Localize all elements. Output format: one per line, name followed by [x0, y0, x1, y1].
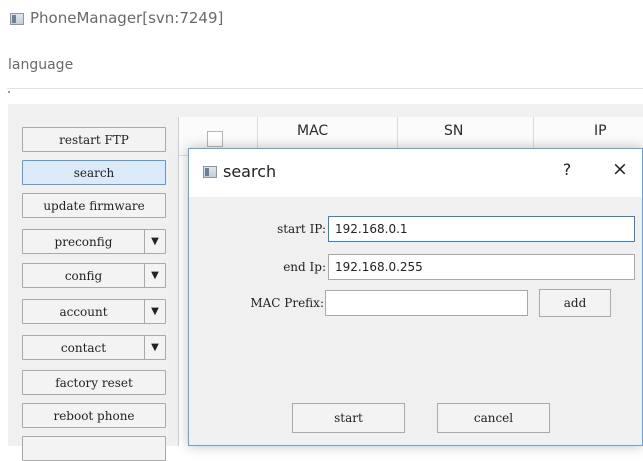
window-titlebar: PhoneManager[svn:7249]	[0, 0, 643, 38]
toolbar-grip	[8, 91, 10, 93]
start-button[interactable]: start	[292, 403, 405, 433]
cancel-button[interactable]: cancel	[437, 403, 550, 433]
button-label: search	[73, 165, 115, 180]
update-firmware-button[interactable]: update firmware	[22, 193, 166, 218]
chevron-down-icon[interactable]: ▼	[144, 336, 165, 359]
button-label: config	[64, 268, 103, 283]
next-sidebar-button[interactable]	[22, 436, 166, 461]
chevron-down-icon[interactable]: ▼	[144, 300, 165, 323]
mac-prefix-label: MAC Prefix:	[250, 296, 324, 310]
menubar: language	[0, 52, 643, 80]
button-label: restart FTP	[59, 132, 129, 147]
button-label: contact	[60, 340, 107, 355]
config-dropdown-button[interactable]: config ▼	[22, 263, 166, 288]
button-label: update firmware	[43, 198, 145, 213]
button-label: start	[334, 411, 363, 425]
reboot-phone-button[interactable]: reboot phone	[22, 403, 166, 428]
account-dropdown-button[interactable]: account ▼	[22, 299, 166, 324]
dialog-titlebar: search ? ×	[189, 149, 642, 197]
select-all-checkbox[interactable]	[207, 131, 223, 147]
dialog-title: search	[223, 162, 277, 181]
dialog-window-icon	[203, 166, 217, 178]
search-dialog: search ? × start IP: 192.168.0.1 end Ip:…	[188, 148, 643, 446]
end-ip-input[interactable]: 192.168.0.255	[328, 254, 635, 280]
button-label: factory reset	[55, 375, 133, 390]
button-label: cancel	[473, 411, 514, 425]
mac-prefix-input[interactable]	[325, 290, 528, 316]
column-header-sn[interactable]: SN	[444, 123, 463, 139]
chevron-down-icon[interactable]: ▼	[144, 264, 165, 287]
window-title: PhoneManager[svn:7249]	[30, 9, 224, 27]
preconfig-dropdown-button[interactable]: preconfig ▼	[22, 229, 166, 254]
help-icon[interactable]: ?	[557, 160, 577, 179]
end-ip-label: end Ip:	[283, 260, 326, 274]
app-window-icon	[10, 13, 24, 25]
start-ip-label: start IP:	[277, 222, 326, 236]
factory-reset-button[interactable]: factory reset	[22, 370, 166, 395]
menu-item-language[interactable]: language	[8, 57, 73, 73]
add-button[interactable]: add	[539, 289, 611, 317]
contact-dropdown-button[interactable]: contact ▼	[22, 335, 166, 360]
button-label: account	[59, 304, 108, 319]
button-label: reboot phone	[53, 408, 135, 423]
close-icon[interactable]: ×	[609, 158, 631, 180]
column-header-ip[interactable]: IP	[594, 123, 607, 139]
menubar-divider	[7, 88, 643, 89]
column-header-mac[interactable]: MAC	[297, 123, 328, 139]
restart-ftp-button[interactable]: restart FTP	[22, 127, 166, 152]
search-button[interactable]: search	[22, 160, 166, 185]
start-ip-input[interactable]: 192.168.0.1	[328, 216, 635, 242]
button-label: add	[563, 296, 587, 310]
chevron-down-icon[interactable]: ▼	[144, 230, 165, 253]
button-label: preconfig	[54, 234, 113, 249]
